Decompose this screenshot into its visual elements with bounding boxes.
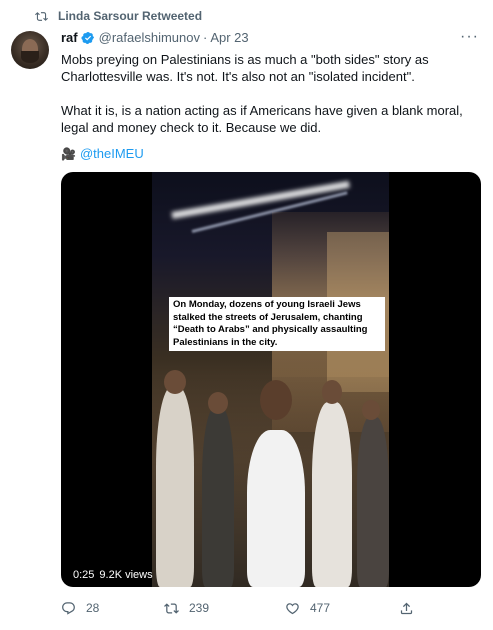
tweet-paragraph-1: Mobs preying on Palestinians is as much … — [61, 52, 429, 84]
reply-count: 28 — [86, 601, 100, 615]
video-frame — [152, 172, 389, 587]
retweet-button[interactable]: 239 — [164, 596, 209, 620]
share-button[interactable] — [399, 596, 424, 620]
tweet-date[interactable]: Apr 23 — [210, 30, 248, 45]
like-count: 477 — [310, 601, 331, 615]
author-name[interactable]: raf — [61, 30, 78, 45]
tweet-header: raf @rafaelshimunov · Apr 23 — [61, 30, 249, 45]
video-caption: On Monday, dozens of young Israeli Jews … — [169, 297, 385, 351]
video-attribution: 🎥 @theIMEU — [61, 146, 144, 161]
heart-icon — [286, 602, 299, 614]
retweet-label: Linda Sarsour Retweeted — [58, 9, 203, 23]
more-options-icon[interactable]: ··· — [460, 28, 479, 46]
share-icon — [400, 602, 413, 614]
video-camera-icon: 🎥 — [61, 146, 76, 161]
video-player[interactable]: On Monday, dozens of young Israeli Jews … — [61, 172, 481, 587]
author-handle[interactable]: @rafaelshimunov — [99, 30, 200, 45]
like-button[interactable]: 477 — [285, 596, 330, 620]
retweet-action-icon — [164, 602, 179, 614]
video-duration: 0:25 — [73, 569, 95, 581]
reply-icon — [62, 601, 75, 615]
retweet-count: 239 — [189, 601, 210, 615]
reply-button[interactable]: 28 — [61, 596, 99, 620]
retweet-context[interactable]: Linda Sarsour Retweeted — [35, 9, 202, 23]
tweet-actions: 28 239 477 — [61, 596, 481, 620]
video-stats: 0:25 9.2K views — [73, 569, 153, 581]
verified-badge-icon — [81, 31, 94, 44]
header-separator: · — [202, 30, 208, 45]
video-views: 9.2K views — [99, 569, 153, 581]
tweet-paragraph-2: What it is, is a nation acting as if Ame… — [61, 103, 463, 135]
attribution-link[interactable]: @theIMEU — [80, 146, 144, 161]
retweet-icon — [35, 11, 48, 21]
tweet-text: Mobs preying on Palestinians is as much … — [61, 51, 481, 136]
avatar[interactable] — [11, 31, 49, 69]
